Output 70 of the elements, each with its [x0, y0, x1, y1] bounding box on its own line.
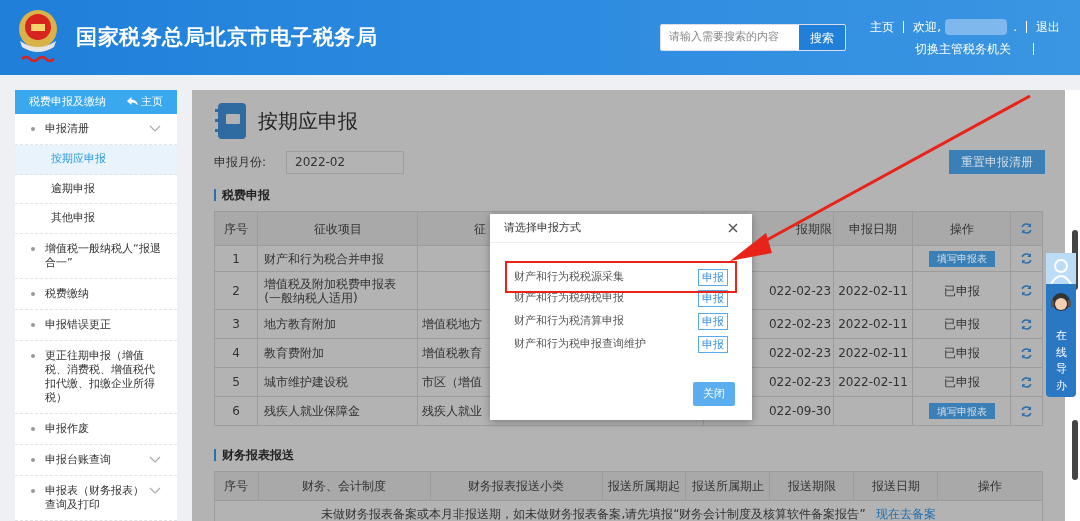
- sidebar-subitem[interactable]: 逾期申报: [15, 174, 177, 205]
- site-title: 国家税务总局北京市电子税务局: [76, 23, 378, 51]
- column-header: 报送日期: [854, 472, 939, 501]
- table-cell: 城市维护建设税: [258, 368, 419, 397]
- table-cell: 5: [215, 368, 259, 397]
- declare-button[interactable]: 申报: [698, 336, 728, 353]
- reset-button[interactable]: 重置申报清册: [949, 150, 1045, 174]
- sidebar-item[interactable]: 申报表（财务报表）查询及打印: [15, 476, 177, 521]
- section-title: 税费申报: [222, 187, 270, 204]
- column-header: 申报日期: [834, 212, 913, 246]
- search-field[interactable]: 请输入需要搜索的内容 搜索: [660, 24, 847, 51]
- column-header: 报送期限: [770, 472, 855, 501]
- column-header: 财务报表报送小类: [430, 472, 603, 501]
- column-header: 操作: [913, 212, 1012, 246]
- declare-button[interactable]: 申报: [698, 268, 728, 286]
- fill-form-button[interactable]: 填写申报表: [928, 403, 995, 419]
- column-header: 报送所属期止: [686, 472, 771, 501]
- column-header: 报送所属期起: [602, 472, 687, 501]
- table-cell: 财产和行为税合并申报: [258, 246, 419, 272]
- month-label: 申报月份:: [214, 154, 268, 171]
- sidebar-item[interactable]: 申报清册: [15, 113, 177, 145]
- welcome-text: 欢迎,: [913, 18, 942, 36]
- header-link[interactable]: 主页: [870, 17, 895, 36]
- close-button[interactable]: 关闭: [693, 382, 735, 406]
- table-cell: 增值税及附加税费申报表(一般纳税人适用): [258, 272, 419, 310]
- month-field[interactable]: 2022-02: [286, 150, 404, 174]
- page-title: 按期应申报: [258, 108, 358, 135]
- column-header: 财务、会计制度: [258, 472, 431, 501]
- sidebar-item[interactable]: 申报作废: [15, 414, 177, 445]
- register-now-link[interactable]: 现在去备案: [875, 505, 936, 521]
- table-cell: 4: [215, 339, 259, 368]
- sidebar-subitem[interactable]: 其他申报: [15, 204, 177, 234]
- column-header: 征收项目: [258, 212, 418, 246]
- table-cell: 6: [215, 397, 259, 426]
- table-cell: 2022-02-11: [834, 339, 913, 368]
- sidebar-item[interactable]: 申报错误更正: [15, 310, 177, 341]
- column-header: 序号: [215, 212, 259, 246]
- dialog-title: 请选择申报方式: [504, 219, 581, 236]
- table-cell: 教育费附加: [258, 339, 419, 368]
- table-cell: 2022-02-11: [834, 310, 913, 339]
- notice-text: 未做财务报表备案或本月非报送期，如未做财务报表备案,请先填报“财务会计制度及核算软件备案报告”: [321, 506, 866, 521]
- online-guide-tab[interactable]: 在线导办: [1046, 284, 1076, 397]
- sidebar-subitem[interactable]: 按期应申报: [15, 144, 177, 175]
- status-text: 已申报: [943, 316, 980, 333]
- search-button[interactable]: 搜索: [799, 25, 846, 50]
- sidebar-item[interactable]: 增值税一般纳税人“报退合一”: [15, 234, 177, 279]
- column-header: 操作: [938, 472, 1044, 501]
- section-title: 财务报表报送: [222, 447, 294, 464]
- table-cell: 2: [215, 272, 259, 310]
- sidebar-item[interactable]: 税费缴纳: [15, 279, 177, 310]
- status-text: 已申报: [943, 282, 980, 300]
- online-guide-label: 在线导办: [1055, 328, 1067, 394]
- sidebar-title: 税费申报及缴纳: [29, 93, 106, 110]
- table-cell: 2022-02-11: [834, 272, 913, 310]
- table-cell: 2022-02-11: [834, 368, 913, 397]
- fill-form-button[interactable]: 填写申报表: [928, 250, 995, 267]
- status-text: 已申报: [943, 374, 980, 391]
- table-cell: 3: [215, 310, 259, 339]
- name-dot: .: [1013, 18, 1017, 36]
- table-cell: 地方教育附加: [258, 310, 419, 339]
- switch-tax-office-link[interactable]: 切换主管税务机关: [915, 39, 1012, 58]
- status-text: 已申报: [943, 345, 980, 362]
- declare-button[interactable]: 申报: [698, 313, 728, 330]
- sidebar-item[interactable]: 更正往期申报（增值税、消费税、增值税代扣代缴、扣缴企业所得税）: [15, 341, 177, 414]
- sidebar-item[interactable]: 申报台账查询: [15, 445, 177, 476]
- column-header: 序号: [215, 472, 259, 501]
- home-link[interactable]: 主页: [127, 93, 163, 111]
- table-cell: 残疾人就业保障金: [258, 397, 419, 426]
- header-link[interactable]: 退出: [1036, 17, 1060, 36]
- table-cell: 1: [215, 246, 259, 272]
